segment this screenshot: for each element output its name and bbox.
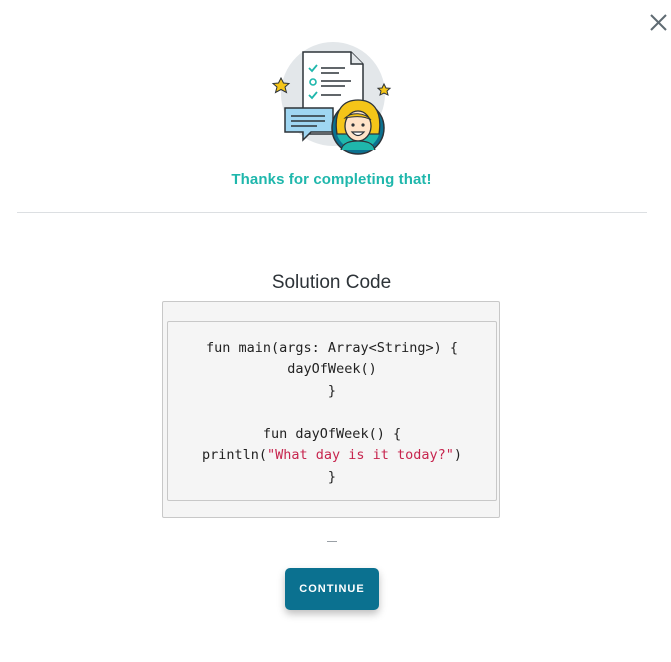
close-icon: [650, 14, 667, 31]
close-button[interactable]: [646, 10, 670, 34]
separator-dash: [327, 541, 337, 542]
code-line: fun dayOfWeek() {: [262, 426, 402, 442]
solution-code-title: Solution Code: [271, 272, 392, 293]
code-block: fun main(args: Array<String>) { dayOfWee…: [167, 321, 497, 501]
code-line: fun main(args: Array<String>) {: [206, 340, 458, 356]
divider: [17, 212, 647, 213]
code-text: println(: [201, 447, 267, 463]
code-line: println("What day is it today?"): [168, 447, 496, 463]
completion-illustration-icon: [271, 42, 393, 160]
solution-code-panel: fun main(args: Array<String>) { dayOfWee…: [162, 301, 500, 518]
code-line: }: [327, 469, 337, 485]
code-line: }: [327, 383, 337, 399]
code-string-literal: "What day is it today?": [266, 447, 454, 463]
code-text: ): [453, 447, 463, 463]
code-line: dayOfWeek(): [287, 361, 377, 377]
completion-message: Thanks for completing that!: [231, 171, 432, 188]
continue-button[interactable]: CONTINUE: [285, 568, 379, 610]
